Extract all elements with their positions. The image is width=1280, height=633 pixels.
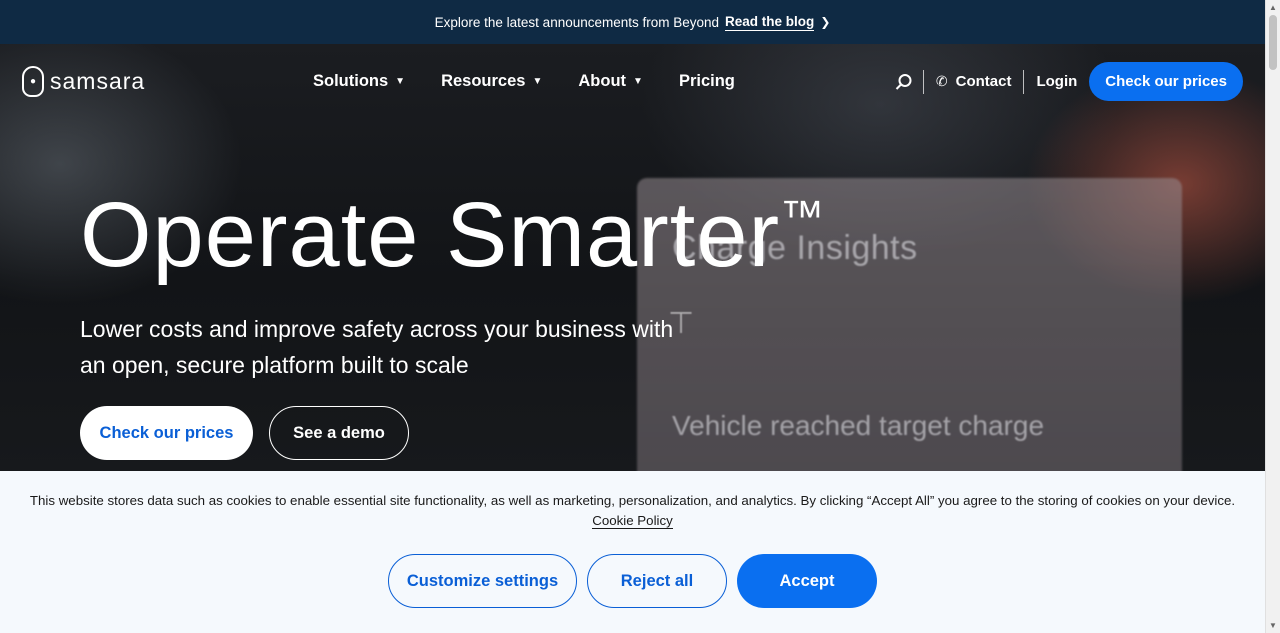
- scroll-down-icon[interactable]: ▼: [1269, 621, 1277, 630]
- logo-wordmark: samsara: [50, 68, 146, 94]
- nav-check-prices-button[interactable]: Check our prices: [1089, 62, 1243, 101]
- trademark-symbol: ™: [780, 192, 826, 241]
- nav-item-label: Pricing: [678, 72, 735, 90]
- announcement-message: Explore the latest announcements from Be…: [434, 14, 720, 30]
- nav-divider: [922, 69, 924, 94]
- accept-button[interactable]: Accept: [737, 554, 877, 608]
- hero-subline: Lower costs and improve safety across yo…: [80, 316, 674, 378]
- phone-icon: ✆: [935, 73, 948, 89]
- chevron-down-icon: ▼: [633, 76, 643, 87]
- nav-divider: [1023, 69, 1025, 94]
- contact-label: Contact: [955, 73, 1012, 90]
- contact-link[interactable]: ✆ Contact: [936, 73, 1012, 90]
- hero-check-prices-button[interactable]: Check our prices: [80, 406, 253, 460]
- cookie-policy-link[interactable]: Cookie Policy: [592, 513, 673, 529]
- scroll-up-icon[interactable]: ▲: [1269, 3, 1277, 12]
- nav-item-label: Solutions: [313, 72, 389, 90]
- nav-item-label: Resources: [441, 72, 526, 90]
- chevron-down-icon: ▼: [395, 76, 406, 87]
- reject-all-button[interactable]: Reject all: [587, 554, 727, 608]
- hero-headline-text: Operate Smarter: [80, 184, 781, 286]
- cookie-message: This website stores data such as cookies…: [29, 493, 1236, 508]
- nav-utilities: ✆ Contact Login Check our prices: [885, 62, 1243, 101]
- owl-logo-icon: ●: [22, 66, 44, 97]
- read-blog-link[interactable]: Read the blog: [725, 14, 815, 31]
- chevron-down-icon: ▼: [532, 76, 543, 87]
- vertical-scrollbar[interactable]: ▲ ▼: [1265, 0, 1280, 633]
- nav-menu: Solutions ▼ Resources ▼ About ▼ Pricing: [313, 72, 771, 91]
- cookie-banner-text: This website stores data such as cookies…: [20, 491, 1245, 531]
- nav-item-solutions[interactable]: Solutions ▼: [313, 72, 405, 91]
- announcement-bar: Explore the latest announcements from Be…: [0, 0, 1265, 44]
- hero-background-panel-subtitle: Vehicle reached target charge: [672, 410, 1045, 441]
- chevron-right-icon[interactable]: ❯: [820, 15, 830, 29]
- search-icon[interactable]: [885, 73, 923, 91]
- customize-settings-button[interactable]: Customize settings: [388, 554, 577, 608]
- cookie-banner: This website stores data such as cookies…: [0, 471, 1265, 633]
- main-navigation: ● samsara Solutions ▼ Resources ▼ About …: [0, 44, 1265, 119]
- nav-item-label: About: [578, 72, 627, 90]
- login-link[interactable]: Login: [1036, 73, 1077, 90]
- see-demo-button[interactable]: See a demo: [269, 406, 409, 460]
- nav-item-pricing[interactable]: Pricing: [679, 72, 735, 91]
- samsara-logo[interactable]: ● samsara: [22, 66, 145, 97]
- nav-item-about[interactable]: About ▼: [578, 72, 643, 91]
- scrollbar-thumb[interactable]: [1269, 15, 1277, 70]
- nav-item-resources[interactable]: Resources ▼: [441, 72, 542, 91]
- hero-headline: Operate Smarter™: [80, 184, 826, 286]
